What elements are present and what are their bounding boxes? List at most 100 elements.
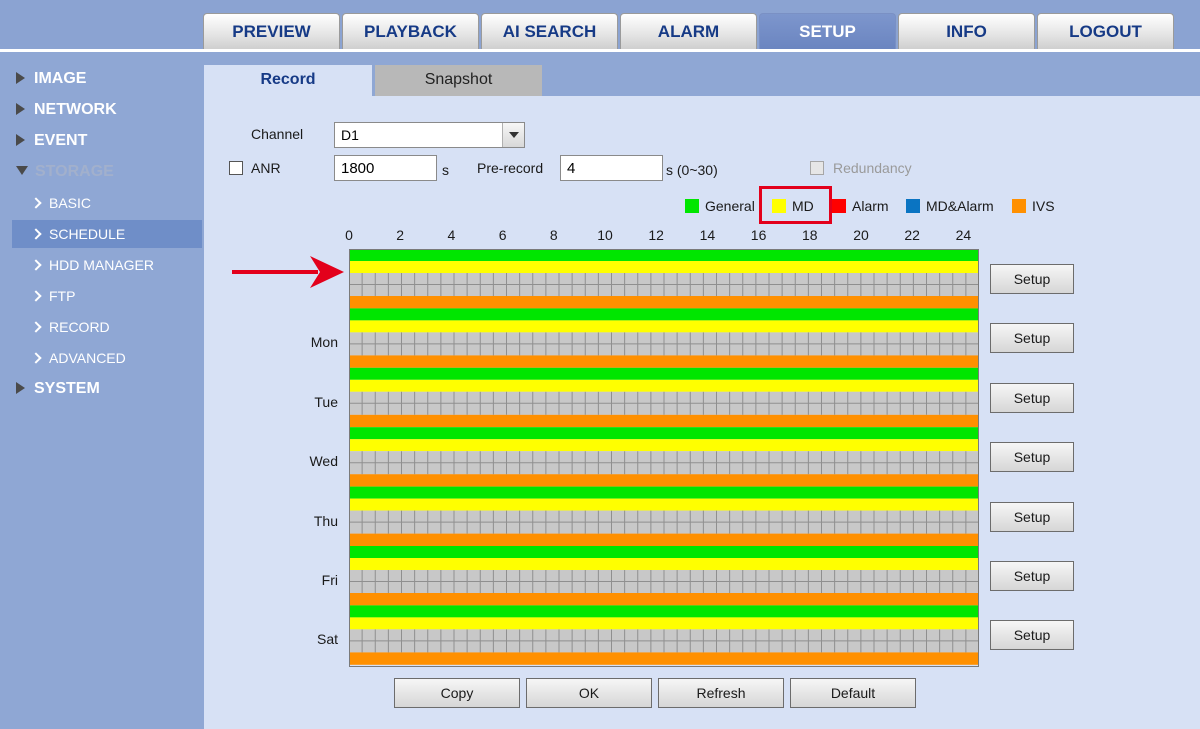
sidebar-item-label: NETWORK [34, 101, 117, 118]
hour-label: 4 [447, 227, 456, 243]
ok-button[interactable]: OK [526, 678, 652, 708]
legend-swatch-general [685, 199, 699, 213]
sidebar-item-system[interactable]: SYSTEM [16, 376, 100, 402]
red-arrow-icon [232, 256, 344, 288]
sidebar-subitem-basic[interactable]: BASIC [12, 189, 202, 217]
md-band [349, 617, 979, 630]
sidebar-item-image[interactable]: IMAGE [16, 66, 86, 92]
md-band [349, 498, 979, 511]
sidebar-subitem-hdd-manager[interactable]: HDD MANAGER [12, 251, 202, 279]
ivs-band [349, 474, 979, 487]
md-band [349, 379, 979, 392]
prerecord-label: Pre-record [477, 160, 544, 176]
triangle-right-icon [16, 103, 25, 115]
day-setup-button[interactable]: Setup [990, 561, 1074, 591]
sidebar-item-event[interactable]: EVENT [16, 128, 87, 154]
md-band [349, 261, 979, 273]
hour-label: 14 [699, 227, 716, 243]
channel-select[interactable]: D1 [334, 122, 525, 148]
chevron-right-icon [30, 290, 42, 302]
day-setup-button[interactable]: Setup [990, 501, 1074, 532]
day-setup-button[interactable]: Setup [990, 442, 1074, 473]
day-setup-button[interactable]: Setup [990, 264, 1074, 294]
hour-label: 18 [802, 227, 818, 243]
chevron-right-icon [30, 228, 42, 240]
legend-label-ivs: IVS [1032, 198, 1055, 214]
general-band [349, 367, 979, 380]
subtab-bar: Record Snapshot [204, 52, 1200, 96]
main-content: Record Snapshot Channel D1 ANR s Pre-rec… [204, 52, 1200, 729]
general-band [349, 546, 979, 558]
general-band [349, 486, 979, 499]
top-navigation: PREVIEW PLAYBACK AI SEARCH ALARM SETUP I… [0, 0, 1200, 52]
sidebar-subitem-ftp[interactable]: FTP [12, 282, 202, 310]
triangle-right-icon [16, 382, 25, 394]
md-band [349, 320, 979, 333]
day-label: Fri [321, 572, 338, 588]
default-button[interactable]: Default [790, 678, 916, 708]
sidebar-subitem-label: BASIC [49, 195, 92, 211]
ivs-band [349, 652, 979, 665]
legend-swatch-alarm [832, 199, 846, 213]
tab-record[interactable]: Record [204, 65, 372, 96]
md-highlight-box [759, 186, 832, 224]
hour-label: 20 [853, 227, 869, 243]
day-setup-button[interactable]: Setup [990, 323, 1074, 354]
chevron-down-icon[interactable] [502, 123, 524, 147]
legend-swatch-md-alarm [906, 199, 920, 213]
copy-button[interactable]: Copy [394, 678, 520, 708]
ivs-band [349, 414, 979, 428]
nav-tab-setup[interactable]: SETUP [759, 13, 896, 49]
md-band [349, 558, 979, 570]
ivs-band [349, 296, 979, 309]
hour-label: 12 [648, 227, 664, 243]
general-band [349, 308, 979, 321]
sidebar-item-label: SYSTEM [34, 380, 100, 397]
schedule-grid-canvas[interactable] [348, 249, 980, 667]
md-band [349, 439, 979, 452]
hour-label: 16 [750, 227, 767, 243]
nav-tab-playback[interactable]: PLAYBACK [342, 13, 479, 49]
prerecord-unit: s (0~30) [666, 162, 718, 178]
day-setup-button[interactable]: Setup [990, 382, 1074, 413]
schedule-grid[interactable] [348, 249, 980, 667]
hour-label: 8 [549, 227, 558, 243]
chevron-right-icon [30, 197, 42, 209]
general-band [349, 427, 979, 440]
nav-tab-preview[interactable]: PREVIEW [203, 13, 340, 49]
nav-tab-logout[interactable]: LOGOUT [1037, 13, 1174, 49]
nav-tab-alarm[interactable]: ALARM [620, 13, 757, 49]
refresh-button[interactable]: Refresh [658, 678, 784, 708]
nav-tab-ai-search[interactable]: AI SEARCH [481, 13, 618, 49]
day-label: Thu [313, 512, 338, 529]
sidebar: IMAGE NETWORK EVENT STORAGE BASIC SCHEDU… [0, 52, 204, 729]
triangle-down-icon [16, 166, 28, 175]
sidebar-subitem-schedule[interactable]: SCHEDULE [12, 220, 202, 248]
hour-label: 6 [498, 227, 507, 243]
sidebar-item-network[interactable]: NETWORK [16, 97, 117, 123]
legend-label-alarm: Alarm [852, 198, 889, 214]
anr-checkbox[interactable] [229, 161, 243, 175]
sidebar-subitem-advanced[interactable]: ADVANCED [12, 344, 202, 372]
day-label: Wed [309, 453, 338, 470]
day-setup-button[interactable]: Setup [990, 620, 1074, 651]
ivs-band [349, 355, 979, 368]
sidebar-item-label: EVENT [34, 132, 88, 149]
chevron-right-icon [30, 259, 42, 271]
redundancy-label: Redundancy [833, 160, 912, 176]
tab-snapshot[interactable]: Snapshot [375, 65, 542, 96]
prerecord-input[interactable] [560, 155, 663, 181]
nav-tab-info[interactable]: INFO [898, 13, 1035, 49]
redundancy-checkbox[interactable] [810, 161, 824, 175]
legend-label-md-alarm: MD&Alarm [926, 198, 994, 214]
legend-swatch-ivs [1012, 199, 1026, 213]
day-label: Tue [314, 393, 338, 410]
day-label: Sat [316, 631, 338, 648]
sidebar-subitem-record[interactable]: RECORD [12, 313, 202, 341]
sidebar-item-storage[interactable]: STORAGE [16, 159, 114, 185]
anr-input[interactable] [334, 155, 437, 181]
legend-label-general: General [705, 198, 755, 214]
day-label: Mon [310, 334, 338, 351]
sidebar-item-label: IMAGE [34, 70, 87, 87]
sidebar-item-label: STORAGE [35, 163, 114, 180]
